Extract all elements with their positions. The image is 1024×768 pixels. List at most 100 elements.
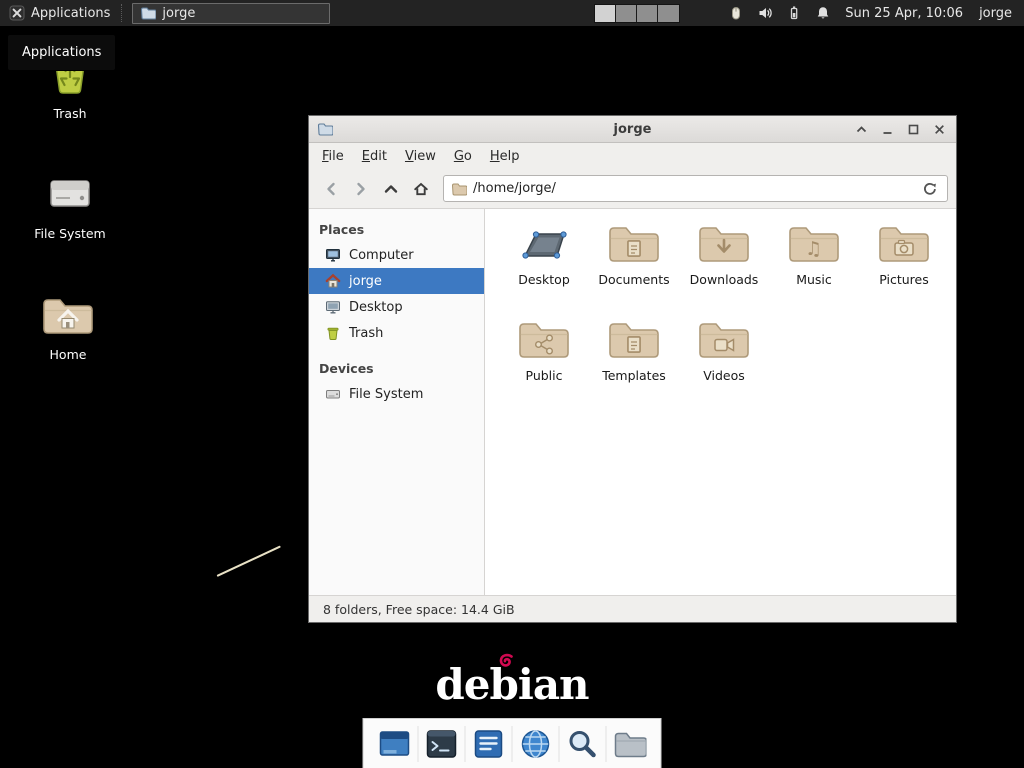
workspace-4[interactable]	[658, 5, 679, 22]
folder-item-downloads[interactable]: Downloads	[679, 221, 769, 317]
folder-item-documents[interactable]: Documents	[589, 221, 679, 317]
window-content: Places Computer jorge Desktop Trash Devi…	[309, 209, 956, 595]
path-input[interactable]	[473, 181, 914, 196]
back-button[interactable]	[317, 175, 344, 202]
menu-go[interactable]: Go	[446, 146, 480, 167]
home-button[interactable]	[407, 175, 434, 202]
home-icon	[413, 181, 429, 197]
file-manager-window: jorge File Edit View Go Help Places	[308, 115, 957, 623]
window-icon	[317, 121, 333, 137]
desktop-icon-filesystem[interactable]: File System	[20, 170, 120, 241]
sidebar: Places Computer jorge Desktop Trash Devi…	[309, 209, 485, 595]
text-editor-icon	[472, 727, 506, 761]
devices-header: Devices	[309, 356, 484, 381]
videos-folder-icon	[696, 317, 752, 363]
downloads-folder-icon	[696, 221, 752, 267]
applications-icon	[9, 5, 25, 21]
folder-item-public[interactable]: Public	[499, 317, 589, 413]
systray	[728, 5, 831, 21]
terminal-icon	[425, 727, 459, 761]
menu-help[interactable]: Help	[482, 146, 528, 167]
shade-button[interactable]	[853, 121, 870, 138]
public-folder-icon	[516, 317, 572, 363]
maximize-button[interactable]	[905, 121, 922, 138]
dock-show-desktop-button[interactable]	[372, 719, 418, 768]
folder-label: Music	[796, 272, 832, 287]
workspace-pager	[594, 4, 680, 23]
sidebar-item-label: File System	[349, 387, 423, 402]
menu-view[interactable]: View	[397, 146, 444, 167]
folder-label: Public	[526, 368, 563, 383]
debian-wallpaper-logo: debian	[0, 660, 1024, 709]
taskbar-window-button[interactable]: jorge	[132, 3, 330, 24]
sidebar-item-desktop[interactable]: Desktop	[309, 294, 484, 320]
applications-label: Applications	[31, 6, 110, 21]
path-bar[interactable]	[443, 175, 948, 202]
show-desktop-icon	[378, 727, 412, 761]
computer-icon	[325, 247, 341, 263]
desktop-icon-home[interactable]: Home	[18, 293, 118, 362]
folder-item-pictures[interactable]: Pictures	[859, 221, 949, 317]
workspace-2[interactable]	[616, 5, 637, 22]
desktop-surface-icon	[516, 221, 572, 267]
sidebar-item-computer[interactable]: Computer	[309, 242, 484, 268]
chevron-up-icon	[383, 181, 399, 197]
panel-clock[interactable]: Sun 25 Apr, 10:06	[845, 6, 963, 21]
top-panel: Applications jorge Sun 25 Apr, 10:06 jor…	[0, 0, 1024, 26]
folder-label: Pictures	[879, 272, 929, 287]
panel-username: jorge	[979, 6, 1012, 21]
window-controls	[853, 121, 948, 138]
documents-folder-icon	[606, 221, 662, 267]
battery-icon[interactable]	[786, 5, 802, 21]
folder-label: Desktop	[518, 272, 570, 287]
pictures-folder-icon	[876, 221, 932, 267]
workspace-1[interactable]	[595, 5, 616, 22]
menu-file[interactable]: File	[314, 146, 352, 167]
applications-menu-button[interactable]: Applications	[0, 0, 119, 26]
folder-item-music[interactable]: Music	[769, 221, 859, 317]
menu-edit[interactable]: Edit	[354, 146, 395, 167]
folder-label: Downloads	[690, 272, 759, 287]
statusbar: 8 folders, Free space: 14.4 GiB	[309, 595, 956, 622]
reload-button[interactable]	[920, 179, 940, 199]
notifications-bell-icon[interactable]	[815, 5, 831, 21]
dock-file-manager-button[interactable]	[607, 719, 653, 768]
dock-app-finder-button[interactable]	[560, 719, 606, 768]
sidebar-item-trash[interactable]: Trash	[309, 320, 484, 346]
folder-label: Templates	[602, 368, 666, 383]
home-folder-icon	[40, 293, 96, 339]
panel-right-cluster: Sun 25 Apr, 10:06 jorge	[594, 4, 1024, 23]
window-titlebar[interactable]: jorge	[309, 116, 956, 143]
trash-icon	[325, 325, 341, 341]
desktop-icon-label: Home	[18, 347, 118, 362]
folder-label: Documents	[598, 272, 669, 287]
folder-item-desktop[interactable]: Desktop	[499, 221, 589, 317]
desktop-icon-label: File System	[20, 226, 120, 241]
dock-text-editor-button[interactable]	[466, 719, 512, 768]
file-view[interactable]: Desktop Documents Downloads Music Pictur…	[485, 209, 956, 595]
desktop-monitor-icon	[325, 299, 341, 315]
folder-item-templates[interactable]: Templates	[589, 317, 679, 413]
applications-tooltip: Applications	[7, 34, 116, 71]
folder-label: Videos	[703, 368, 745, 383]
sidebar-item-jorge[interactable]: jorge	[309, 268, 484, 294]
mouse-icon[interactable]	[728, 5, 744, 21]
music-folder-icon	[786, 221, 842, 267]
desktop-icon-label: Trash	[20, 106, 120, 121]
folder-item-videos[interactable]: Videos	[679, 317, 769, 413]
debian-swirl-icon	[498, 652, 515, 669]
volume-icon[interactable]	[757, 5, 773, 21]
path-folder-icon	[451, 181, 467, 197]
menubar: File Edit View Go Help	[309, 143, 956, 169]
workspace-3[interactable]	[637, 5, 658, 22]
up-button[interactable]	[377, 175, 404, 202]
chevron-left-icon	[323, 181, 339, 197]
places-header: Places	[309, 217, 484, 242]
sidebar-item-filesystem[interactable]: File System	[309, 381, 484, 407]
close-button[interactable]	[931, 121, 948, 138]
forward-button[interactable]	[347, 175, 374, 202]
minimize-button[interactable]	[879, 121, 896, 138]
dock-web-browser-button[interactable]	[513, 719, 559, 768]
dock-terminal-button[interactable]	[419, 719, 465, 768]
drive-icon	[46, 170, 94, 218]
